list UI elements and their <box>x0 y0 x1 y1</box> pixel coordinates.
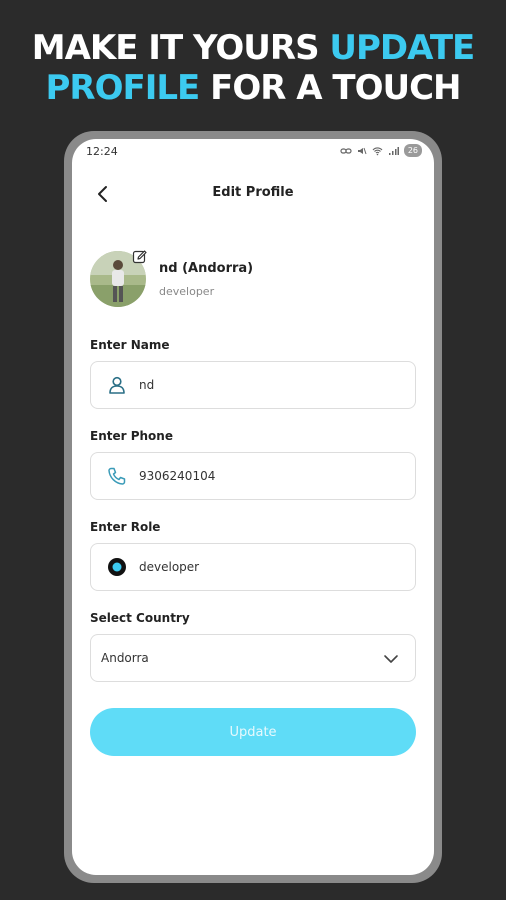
role-field[interactable] <box>90 543 416 591</box>
headline-line-1: MAKE IT YOURS UPDATE <box>0 28 506 68</box>
status-icons: 26 <box>340 144 422 157</box>
mute-icon <box>357 147 367 154</box>
phone-label: Enter Phone <box>90 429 173 443</box>
name-input[interactable] <box>139 362 399 408</box>
app-screen: 12:24 26 Edit Profile nd (Andorra) devel… <box>72 139 434 875</box>
status-bar: 12:24 26 <box>72 139 434 165</box>
battery-indicator: 26 <box>403 144 422 157</box>
role-label: Enter Role <box>90 520 161 534</box>
signal-icon <box>388 146 399 155</box>
headline-text-white-2: FOR A TOUCH <box>199 68 461 108</box>
name-field[interactable] <box>90 361 416 409</box>
edit-pencil-icon[interactable] <box>132 249 148 265</box>
phone-field[interactable] <box>90 452 416 500</box>
radio-selected-icon[interactable] <box>107 557 127 577</box>
link-icon <box>340 147 352 154</box>
profile-name: nd (Andorra) <box>159 261 254 276</box>
country-label: Select Country <box>90 611 190 625</box>
headline-text-white-1: MAKE IT YOURS <box>31 28 330 68</box>
page-title: Edit Profile <box>212 185 294 200</box>
name-label: Enter Name <box>90 338 170 352</box>
wifi-icon <box>372 147 383 155</box>
phone-input[interactable] <box>139 453 399 499</box>
headline-text-accent-1: UPDATE <box>329 28 475 68</box>
person-icon <box>109 376 125 394</box>
status-time: 12:24 <box>86 145 118 158</box>
role-input[interactable] <box>139 544 399 590</box>
promo-headline: MAKE IT YOURS UPDATE PROFILE FOR A TOUCH <box>0 28 506 108</box>
profile-role: developer <box>159 285 215 298</box>
headline-text-accent-2: PROFILE <box>45 68 200 108</box>
country-select[interactable]: Andorra <box>90 634 416 682</box>
country-value: Andorra <box>101 651 149 665</box>
headline-line-2: PROFILE FOR A TOUCH <box>0 68 506 108</box>
chevron-down-icon[interactable] <box>383 651 399 667</box>
phone-icon <box>108 467 126 485</box>
update-button[interactable]: Update <box>90 708 416 756</box>
